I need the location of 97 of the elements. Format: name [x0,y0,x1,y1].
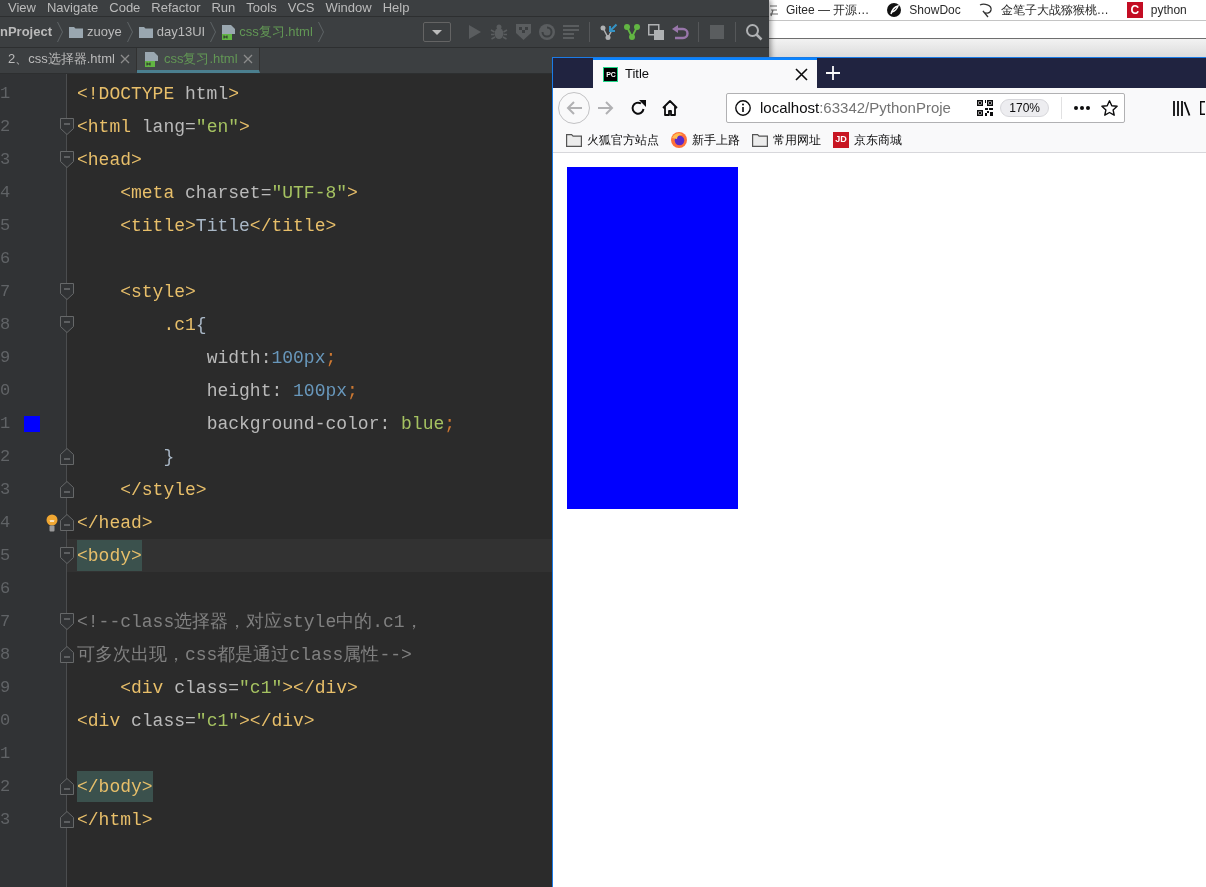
code-line: </style> [120,478,207,501]
code-line: <title>Title</title> [120,214,337,237]
code-line: 可多次出现，css都是通过class属性--> [77,643,412,666]
fold-marker-icon[interactable] [60,613,74,630]
bookmark-item[interactable]: 新手上路 [671,131,740,149]
info-icon[interactable] [735,100,751,116]
reload-icon [630,100,646,116]
menu-item[interactable]: Tools [246,0,277,18]
code-line: width:100px; [206,346,337,369]
menu-item[interactable]: VCS [287,0,315,18]
menu-item[interactable]: Refactor [151,0,201,18]
code-line: <div class="c1"></div> [77,709,315,732]
code-line: } [163,445,175,468]
code-line: <head> [77,148,142,171]
code-line: height: 100px; [206,379,358,402]
branch-icon [624,24,640,40]
bookmark-item[interactable]: Gitee — 开源… [770,1,870,19]
qr-code-icon[interactable] [977,100,994,116]
feather-icon [887,3,902,17]
folder-icon [69,26,83,38]
fold-marker-icon[interactable] [60,448,74,465]
overlapping-squares-icon [648,24,664,40]
stop-icon [710,25,724,39]
lines-icon [563,25,579,39]
play-icon [469,25,481,39]
branch-arrow-icon [599,24,617,40]
search-icon [746,24,762,40]
folder-icon [138,26,153,38]
code-line: background-color: blue; [206,412,456,435]
bookmark-item[interactable]: C python [1126,1,1187,19]
shield-icon [515,24,531,40]
fold-marker-icon[interactable] [60,514,74,531]
swirl-icon [539,24,555,40]
chevron-icon [57,22,63,42]
address-field[interactable]: localhost:63342/PythonProje 170% [726,93,1125,123]
folder-icon [566,133,582,147]
menu-item[interactable]: Navigate [46,0,99,18]
code-line: <html lang="en"> [77,115,250,138]
bookmark-item[interactable]: ShowDoc [887,1,961,19]
zoom-level-button[interactable]: 170% [1000,99,1049,117]
fold-marker-icon[interactable] [60,283,74,300]
fold-marker-icon[interactable] [60,811,74,828]
bug-icon [491,24,507,40]
home-icon [662,100,678,116]
logo-tile: C [1126,2,1143,18]
menu-item[interactable]: View [8,0,36,18]
flame-globe-icon [671,132,687,148]
close-icon[interactable] [796,68,807,80]
menu-item[interactable]: Help [382,0,410,18]
star-icon[interactable] [1101,100,1118,116]
code-line: </html> [77,808,153,831]
forward-arrow-icon [598,101,614,115]
code-line: <!DOCTYPE html> [77,82,240,105]
code-line: </head> [77,511,153,534]
library-icon[interactable] [1173,100,1190,116]
fold-marker-icon[interactable] [60,778,74,795]
code-line: .c1{ [163,313,207,336]
curve-logo-icon [978,2,993,18]
url-text: localhost:63342/PythonProje [760,97,951,118]
menu-item[interactable]: Window [325,0,372,18]
plus-icon[interactable] [826,66,840,80]
bookmark-item[interactable]: 金笔子大战猕猴桃… [978,1,1109,19]
bookmark-item[interactable]: 火狐官方站点 [566,131,659,149]
code-line: <!--class选择器，对应style中的.c1， [77,610,423,633]
menu-item[interactable]: Run [211,0,236,18]
code-line: <style> [120,280,196,303]
logo-tile: JD [833,132,849,148]
breadcrumb-item[interactable]: zuoye [69,22,122,42]
fold-marker-icon[interactable] [60,151,74,168]
bookmark-item[interactable]: 常用网址 [752,131,821,149]
chevron-icon [210,22,217,42]
sidebar-icon[interactable] [1200,101,1205,115]
caret-icon [432,29,442,35]
fold-marker-icon[interactable] [60,316,74,333]
html-file-icon [144,51,158,67]
bookmark-item[interactable]: JD 京东商城 [833,131,902,149]
fold-marker-icon[interactable] [60,481,74,498]
html-file-icon [222,24,236,40]
fold-marker-icon[interactable] [60,547,74,564]
chevron-icon [317,22,324,42]
back-arrow-icon [566,101,582,115]
breadcrumb-item[interactable]: nProject [0,22,52,42]
folder-icon [752,133,768,147]
breadcrumb-item[interactable]: css复习.html [222,22,313,42]
fold-marker-icon[interactable] [60,118,74,135]
run-configuration-dropdown[interactable] [423,22,451,42]
code-line: <div class="c1"></div> [120,676,358,699]
fold-marker-icon[interactable] [60,646,74,663]
breadcrumb-item[interactable]: day13UI [138,22,206,42]
undo-icon [672,25,688,39]
logo-icon [770,3,778,17]
editor-tab[interactable]: 2、css选择器.html [0,48,137,73]
menu-item[interactable]: Code [109,0,141,18]
more-icon[interactable] [1074,106,1090,110]
chevron-icon [126,22,133,42]
code-line: <meta charset="UTF-8"> [120,181,358,204]
lightbulb-icon[interactable] [46,513,58,532]
